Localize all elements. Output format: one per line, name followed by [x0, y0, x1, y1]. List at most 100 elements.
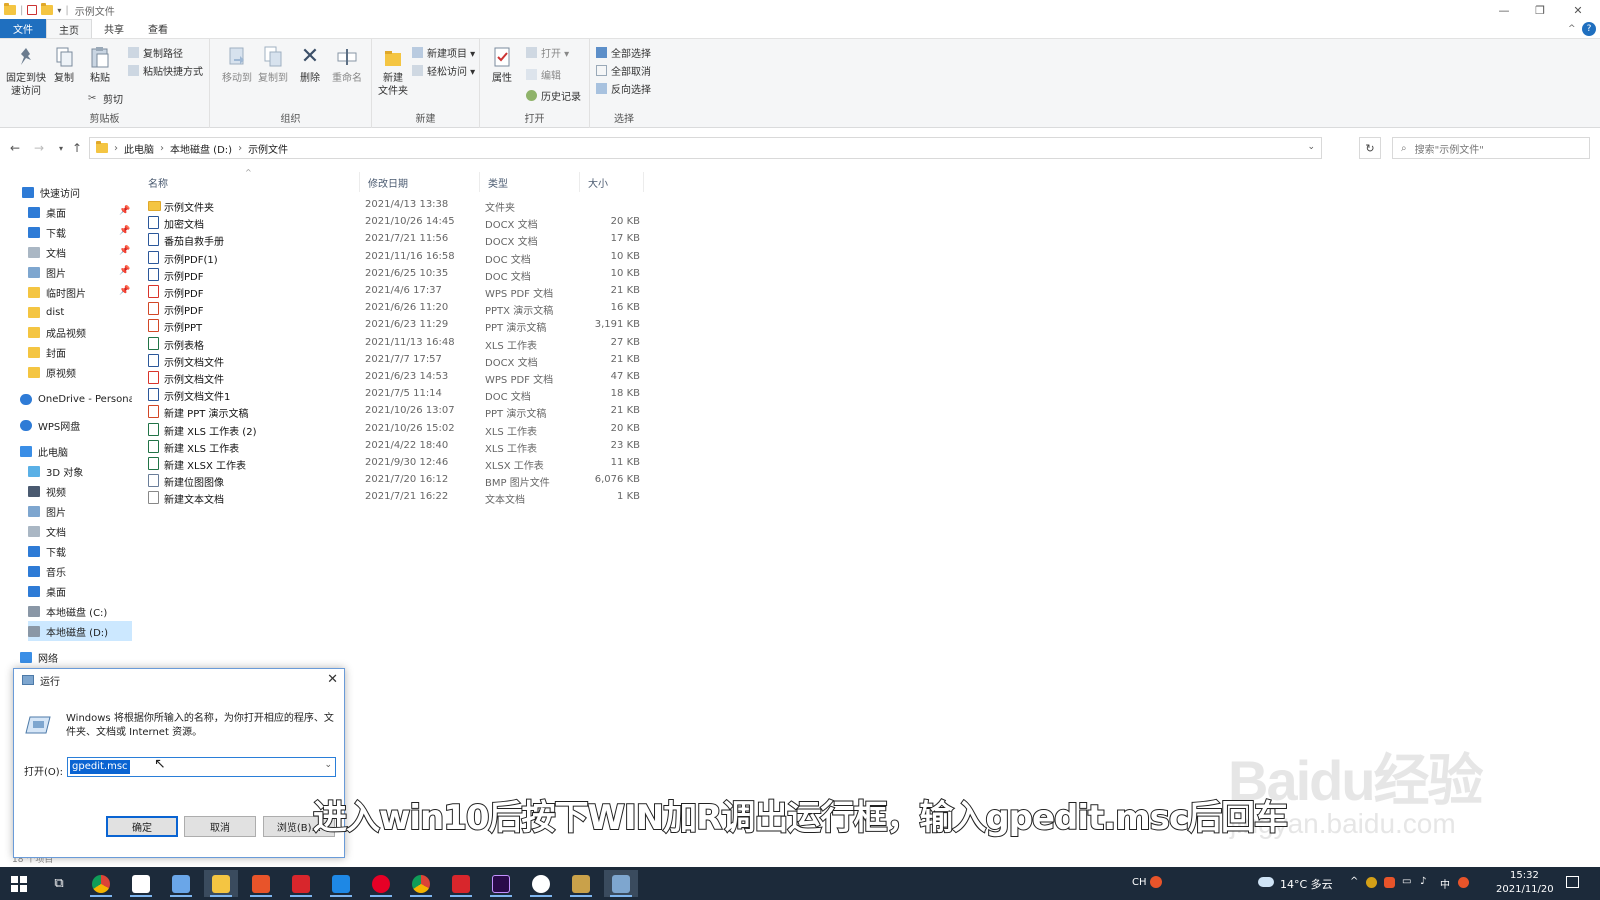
run-command-input[interactable]: gpedit.msc ↖ ⌄: [67, 756, 336, 777]
nav-pc-item[interactable]: 本地磁盘 (D:): [28, 621, 132, 641]
file-row[interactable]: 示例文件夹 2021/4/13 13:38 文件夹: [140, 197, 660, 214]
file-row[interactable]: 新建 XLSX 工作表 2021/9/30 12:46 XLSX 工作表 11 KB: [140, 455, 660, 472]
nav-quick-item[interactable]: 临时图片: [28, 282, 132, 302]
nav-quick-item[interactable]: 封面: [28, 342, 132, 362]
nav-pc-item[interactable]: 图片: [28, 501, 132, 521]
delete-button[interactable]: ✕ 删除: [292, 45, 328, 85]
weather-text[interactable]: 14°C 多云: [1280, 876, 1333, 892]
nav-pc-item[interactable]: 本地磁盘 (C:): [28, 601, 132, 621]
chevron-down-icon[interactable]: ⌄: [324, 760, 332, 770]
sogou-tray-icon[interactable]: [1458, 877, 1469, 888]
invert-selection-button[interactable]: 反向选择: [596, 80, 651, 96]
nav-pc-item[interactable]: 视频: [28, 481, 132, 501]
file-row[interactable]: 示例PDF 2021/6/26 11:20 PPTX 演示文稿 16 KB: [140, 300, 660, 317]
column-header-date[interactable]: 修改日期: [360, 172, 480, 192]
help-icon[interactable]: ?: [1582, 22, 1596, 36]
nav-quick-item[interactable]: 文档: [28, 242, 132, 262]
nav-quick-item[interactable]: dist: [28, 302, 132, 322]
select-none-button[interactable]: 全部取消: [596, 62, 651, 78]
new-item-button[interactable]: 新建项目 ▾: [412, 44, 475, 60]
task-view-icon[interactable]: ⧉: [42, 870, 76, 897]
nav-quick-item[interactable]: 下载: [28, 222, 132, 242]
tab-home[interactable]: 主页: [46, 19, 92, 38]
paste-shortcut-button[interactable]: 粘贴快捷方式: [128, 62, 203, 78]
tab-share[interactable]: 共享: [92, 19, 136, 38]
nav-quick-access[interactable]: 快速访问: [22, 182, 132, 202]
breadcrumb-this-pc[interactable]: 此电脑: [124, 141, 154, 156]
chrome-icon[interactable]: [84, 870, 118, 897]
ime-mode-indicator[interactable]: 中: [1440, 876, 1450, 891]
file-row[interactable]: 新建 XLS 工作表 2021/4/22 18:40 XLS 工作表 23 KB: [140, 438, 660, 455]
nav-onedrive[interactable]: OneDrive - Persona: [20, 389, 132, 409]
notification-icon[interactable]: [1566, 876, 1579, 888]
easy-access-button[interactable]: 轻松访问 ▾: [412, 62, 475, 78]
app-gold-icon[interactable]: [564, 870, 598, 897]
nav-quick-item[interactable]: 图片: [28, 262, 132, 282]
chrome-second-icon[interactable]: [404, 870, 438, 897]
ch-indicator[interactable]: CH: [1132, 877, 1147, 888]
copy-to-button[interactable]: 复制到: [252, 45, 294, 85]
forward-arrow-icon[interactable]: →: [30, 139, 48, 157]
column-header-name[interactable]: 名称 ^: [140, 168, 360, 192]
tray-app-icon[interactable]: [1366, 877, 1377, 888]
breadcrumb-current-folder[interactable]: 示例文件: [248, 141, 288, 156]
nav-pc-item[interactable]: 下载: [28, 541, 132, 561]
calendar-app-icon[interactable]: [124, 870, 158, 897]
nav-pc-item[interactable]: 文档: [28, 521, 132, 541]
open-button[interactable]: 打开 ▾: [526, 44, 569, 60]
rename-button[interactable]: 重命名: [326, 45, 368, 85]
nav-pc-item[interactable]: 3D 对象: [28, 461, 132, 481]
column-header-type[interactable]: 类型: [480, 172, 580, 192]
search-input[interactable]: ⌕ 搜索"示例文件": [1392, 137, 1590, 159]
nav-quick-item[interactable]: 成品视频: [28, 322, 132, 342]
file-row[interactable]: 加密文档 2021/10/26 14:45 DOCX 文档 20 KB: [140, 214, 660, 231]
file-row[interactable]: 示例PPT 2021/6/23 11:29 PPT 演示文稿 3,191 KB: [140, 317, 660, 334]
minimize-button[interactable]: —: [1486, 0, 1522, 20]
address-dropdown-icon[interactable]: ⌄: [1307, 142, 1315, 152]
file-row[interactable]: 新建位图图像 2021/7/20 16:12 BMP 图片文件 6,076 KB: [140, 472, 660, 489]
edit-button[interactable]: 编辑: [526, 66, 561, 82]
nav-wps-cloud[interactable]: WPS网盘: [20, 415, 132, 435]
wps-second-icon[interactable]: [444, 870, 478, 897]
nav-pc-item[interactable]: 音乐: [28, 561, 132, 581]
file-row[interactable]: 示例PDF(1) 2021/11/16 16:58 DOC 文档 10 KB: [140, 249, 660, 266]
clock-date[interactable]: 2021/11/20: [1496, 884, 1554, 895]
properties-button[interactable]: 属性: [482, 45, 522, 85]
weather-cloud-icon[interactable]: [1258, 877, 1274, 887]
address-box[interactable]: › 此电脑 › 本地磁盘 (D:) › 示例文件 ⌄: [89, 137, 1322, 159]
file-row[interactable]: 新建 XLS 工作表 (2) 2021/10/26 15:02 XLS 工作表 20 …: [140, 421, 660, 438]
up-arrow-icon[interactable]: ↑: [68, 139, 86, 157]
network-icon[interactable]: ▭: [1402, 876, 1411, 887]
copy-path-button[interactable]: 复制路径: [128, 44, 183, 60]
nav-this-pc[interactable]: 此电脑: [20, 441, 132, 461]
nav-quick-item[interactable]: 原视频: [28, 362, 132, 382]
file-row[interactable]: 新建 PPT 演示文稿 2021/10/26 13:07 PPT 演示文稿 21 KB: [140, 403, 660, 420]
notes-app-icon[interactable]: [164, 870, 198, 897]
close-button[interactable]: ✕: [1560, 0, 1596, 20]
app-white-icon[interactable]: [524, 870, 558, 897]
tab-file[interactable]: 文件: [0, 19, 46, 38]
premiere-icon[interactable]: [484, 870, 518, 897]
start-windows-icon[interactable]: [2, 870, 36, 897]
collapse-ribbon-icon[interactable]: ^: [1568, 24, 1576, 34]
file-explorer-icon[interactable]: [204, 870, 238, 897]
select-all-button[interactable]: 全部选择: [596, 44, 651, 60]
breadcrumb-drive-d[interactable]: 本地磁盘 (D:): [170, 141, 232, 156]
file-row[interactable]: 示例文档文件1 2021/7/5 11:14 DOC 文档 18 KB: [140, 386, 660, 403]
netease-music-icon[interactable]: [364, 870, 398, 897]
nav-network[interactable]: 网络: [20, 647, 132, 667]
tab-view[interactable]: 查看: [136, 19, 180, 38]
tray-app2-icon[interactable]: [1384, 877, 1395, 888]
wps-icon[interactable]: [284, 870, 318, 897]
ime-sogou-icon[interactable]: [1150, 876, 1162, 888]
toolbox-app-icon[interactable]: [244, 870, 278, 897]
column-header-size[interactable]: 大小: [580, 172, 644, 192]
volume-icon[interactable]: ♪: [1420, 876, 1426, 887]
close-icon[interactable]: ✕: [327, 672, 338, 687]
show-hidden-icons-icon[interactable]: ^: [1350, 876, 1358, 887]
cut-button[interactable]: ✂ 剪切: [88, 90, 123, 106]
file-row[interactable]: 示例PDF 2021/6/25 10:35 DOC 文档 10 KB: [140, 266, 660, 283]
file-row[interactable]: 示例PDF 2021/4/6 17:37 WPS PDF 文档 21 KB: [140, 283, 660, 300]
restore-button[interactable]: ❐: [1522, 0, 1558, 20]
file-row[interactable]: 示例表格 2021/11/13 16:48 XLS 工作表 27 KB: [140, 335, 660, 352]
